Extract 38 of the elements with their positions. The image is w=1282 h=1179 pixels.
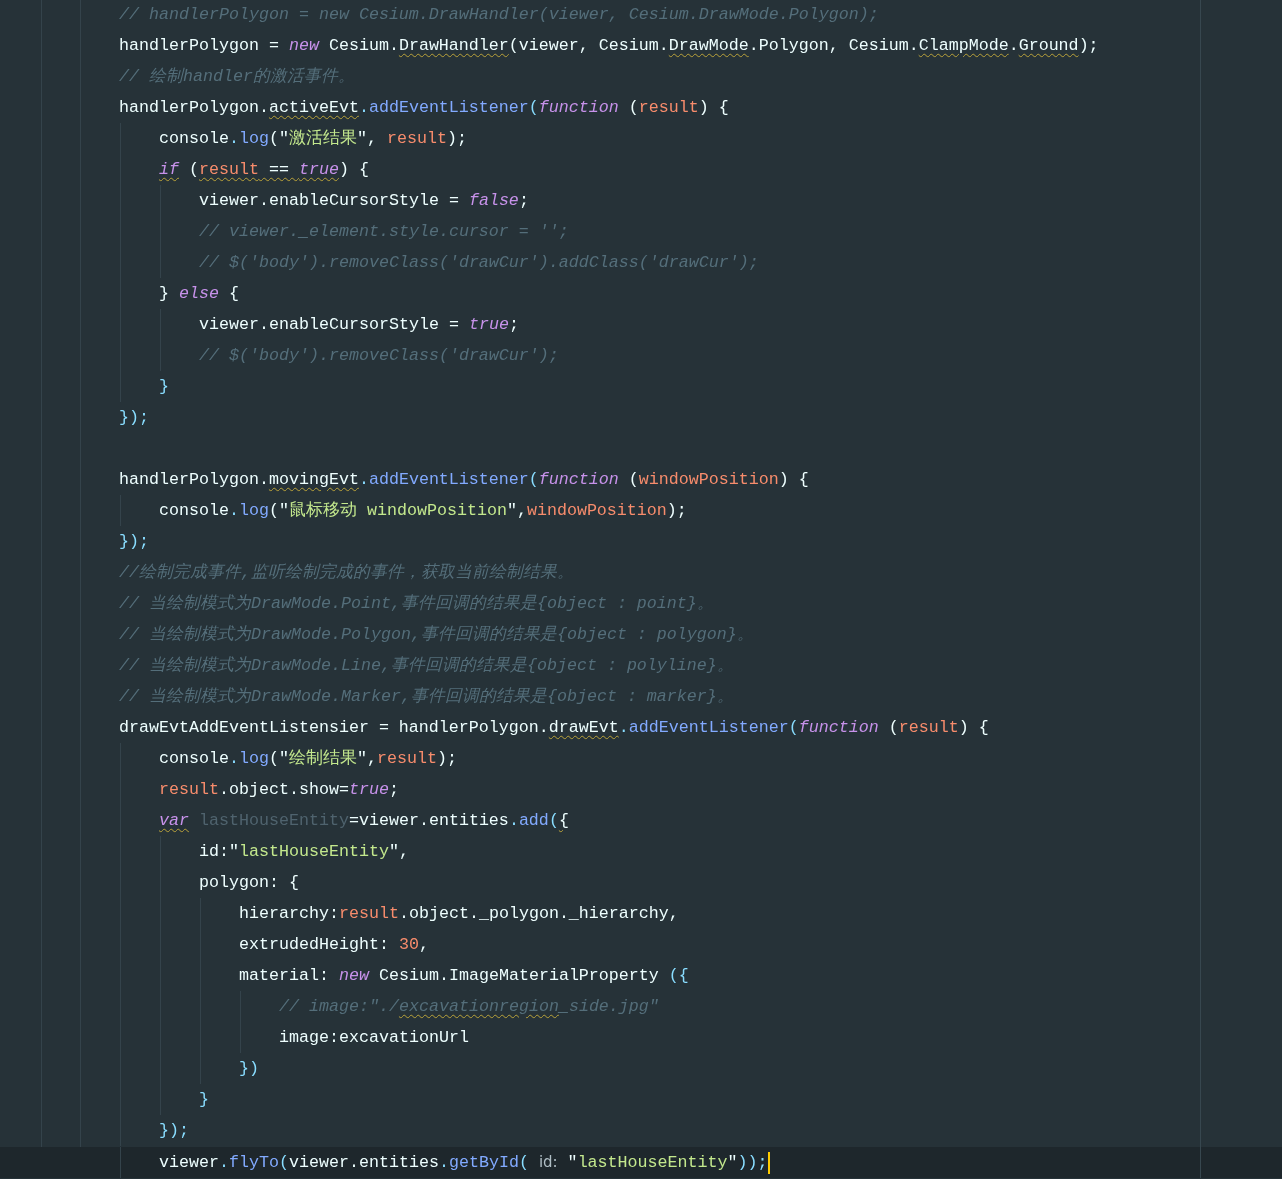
code-line: if (result == true) { [159,158,369,181]
code-line: }); [159,1119,189,1142]
code-comment: // 当绘制模式为DrawMode.Marker,事件回调的结果是{object : marker}。 [119,685,734,708]
code-line: id:"lastHouseEntity", [199,840,409,863]
code-line: viewer.flyTo(viewer.entities.getById( id: "lastHouseEntity")); [159,1152,768,1174]
code-line: console.log("绘制结果",result); [159,747,457,770]
code-line: }); [119,406,149,429]
code-comment: // $('body').removeClass('drawCur').addClass('drawCur'); [199,251,759,274]
code-line: extrudedHeight: 30, [239,933,429,956]
code-line: } [159,375,169,398]
code-comment: // 当绘制模式为DrawMode.Point,事件回调的结果是{object : point}。 [119,592,714,615]
code-line: viewer.enableCursorStyle = false; [199,189,529,212]
code-line: handlerPolygon.movingEvt.addEventListener(function (windowPosition) { [119,468,809,491]
code-line: drawEvtAddEventListensier = handlerPolygon.drawEvt.addEventListener(function (result) { [119,716,989,739]
code-comment: // $('body').removeClass('drawCur'); [199,344,559,367]
code-comment: // viewer._element.style.cursor = ''; [199,220,569,243]
code-line: polygon: { [199,871,299,894]
code-line: material: new Cesium.ImageMaterialProperty ({ [239,964,689,987]
code-comment: // 当绘制模式为DrawMode.Line,事件回调的结果是{object : polyline}。 [119,654,734,677]
code-line: handlerPolygon.activeEvt.addEventListener(function (result) { [119,96,729,119]
code-line: }) [239,1057,259,1080]
code-line: result.object.show=true; [159,778,399,801]
code-line: handlerPolygon = new Cesium.DrawHandler(viewer, Cesium.DrawMode.Polygon, Cesium.ClampMode.Ground); [119,34,1099,57]
code-comment: // handlerPolygon = new Cesium.DrawHandler(viewer, Cesium.DrawMode.Polygon); [119,3,879,26]
code-comment: // 当绘制模式为DrawMode.Polygon,事件回调的结果是{object : polygon}。 [119,623,754,646]
text-cursor [767,1151,770,1174]
code-line: console.log("鼠标移动 windowPosition",windowPosition); [159,499,687,522]
code-line: } [199,1088,209,1111]
code-comment: // image:"./excavationregion_side.jpg" [279,995,659,1018]
code-line: console.log("激活结果", result); [159,127,467,150]
code-line: } else { [159,282,239,305]
code-editor[interactable] [0,0,1282,1178]
code-comment: // 绘制handler的激活事件。 [119,65,355,88]
code-line: image:excavationUrl [279,1026,469,1049]
code-line: viewer.enableCursorStyle = true; [199,313,519,336]
code-line: hierarchy:result.object._polygon._hierarchy, [239,902,679,925]
code-comment: //绘制完成事件,监听绘制完成的事件，获取当前绘制结果。 [119,561,574,584]
code-line: }); [119,530,149,553]
